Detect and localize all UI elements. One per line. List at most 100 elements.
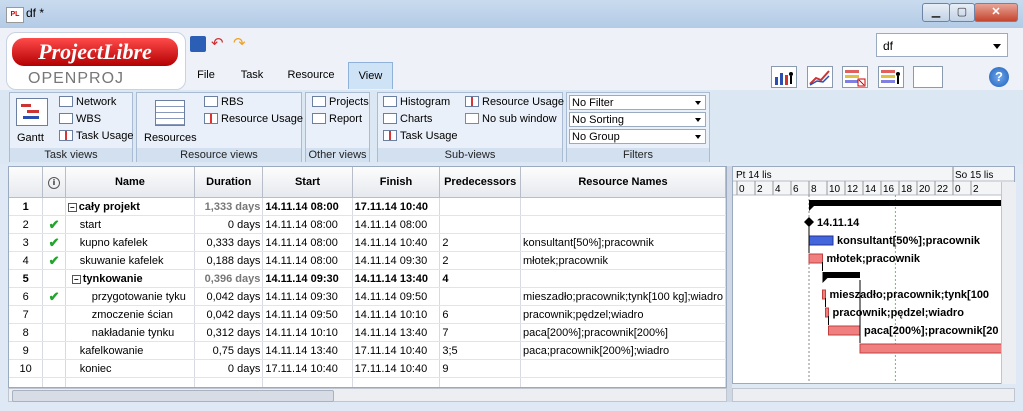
cell-predecessors[interactable]	[439, 215, 522, 234]
menu-tab-view[interactable]: View	[348, 62, 393, 89]
cell-start[interactable]: 14.11.14 13:40	[262, 341, 353, 360]
cell-predecessors[interactable]: 7	[439, 323, 522, 342]
table-row[interactable]: 8 nakładanie tynku 0,312 days 14.11.14 10:1…	[9, 323, 726, 342]
cell-finish[interactable]: 14.11.14 10:40	[352, 233, 441, 252]
rbs-view-button[interactable]: RBS	[204, 95, 244, 109]
cell-name[interactable]: − cały projekt	[65, 197, 196, 216]
table-row[interactable]: 1− cały projekt 1,333 days 14.11.14 08:00 17…	[9, 197, 726, 216]
cell-resource-names[interactable]: paca[200%];pracownik[200%]	[520, 323, 726, 342]
projects-view-button[interactable]: Projects	[312, 95, 369, 109]
maximize-button[interactable]: ▢	[949, 3, 975, 22]
cell-duration[interactable]: 1,333 days	[194, 197, 264, 216]
cell-predecessors[interactable]: 3;5	[439, 341, 522, 360]
cell-duration[interactable]: 0,333 days	[194, 233, 264, 252]
cell-resource-names[interactable]: pracownik;pędzel;wiadro	[520, 305, 726, 324]
cell-finish[interactable]: 17.11.14 10:40	[352, 341, 441, 360]
cell-start[interactable]: 14.11.14 09:30	[262, 269, 353, 288]
project-select[interactable]: df	[876, 33, 1008, 57]
cell-duration[interactable]: 0,042 days	[194, 305, 264, 324]
group-select[interactable]: No Group	[569, 129, 706, 144]
histogram-toolbar-icon[interactable]	[771, 66, 797, 88]
menu-tab-task[interactable]: Task	[234, 62, 270, 88]
filter-select[interactable]: No Filter	[569, 95, 706, 110]
col-header-start[interactable]: Start	[262, 167, 353, 198]
gantt-icon[interactable]	[16, 98, 48, 126]
gantt-horizontal-scrollbar[interactable]	[732, 388, 1015, 402]
cell-resource-names[interactable]	[520, 215, 726, 234]
menu-tab-resource[interactable]: Resource	[282, 62, 340, 88]
table-row[interactable]: 9 kafelkowanie 0,75 days 14.11.14 13:40 17.1…	[9, 341, 726, 360]
cell-resource-names[interactable]: paca;pracownik[200%];wiadro	[520, 341, 726, 360]
resource-usage-subview-button[interactable]: Resource Usage	[465, 95, 564, 109]
table-row[interactable]: 6 ✔ przygotowanie tyku 0,042 days 14.11.14 0…	[9, 287, 726, 306]
table-row[interactable]: 2 ✔ start 0 days 14.11.14 08:00 14.11.14 08:0…	[9, 215, 726, 234]
cell-start[interactable]: 14.11.14 09:50	[262, 305, 353, 324]
task-usage-subview-button[interactable]: Task Usage	[383, 129, 457, 143]
cell-duration[interactable]: 0,312 days	[194, 323, 264, 342]
task-usage-view-button[interactable]: Task Usage	[59, 129, 133, 143]
report-view-button[interactable]: Report	[312, 112, 362, 126]
cell-predecessors[interactable]: 2	[439, 251, 522, 270]
menu-tab-file[interactable]: File	[190, 62, 222, 88]
cell-start[interactable]: 14.11.14 09:30	[262, 287, 353, 306]
cell-start[interactable]: 14.11.14 08:00	[262, 197, 353, 216]
col-header-resource-names[interactable]: Resource Names	[520, 167, 726, 198]
cell-duration[interactable]: 0,188 days	[194, 251, 264, 270]
col-header-id[interactable]	[9, 167, 44, 198]
cell-duration[interactable]: 0 days	[194, 215, 264, 234]
cell-predecessors[interactable]: 4	[439, 269, 522, 288]
cell-duration[interactable]: 0 days	[194, 359, 264, 378]
charts-toolbar-icon[interactable]	[807, 66, 833, 88]
network-view-button[interactable]: Network	[59, 95, 116, 109]
redo-icon[interactable]: ↷	[233, 36, 249, 52]
col-header-indicators[interactable]: i	[42, 167, 66, 198]
task-usage-toolbar-icon[interactable]	[842, 66, 868, 88]
cell-start[interactable]: 14.11.14 10:10	[262, 323, 353, 342]
resources-button[interactable]: Resources	[144, 131, 197, 145]
save-icon[interactable]	[190, 36, 206, 52]
cell-name[interactable]: przygotowanie tyku	[65, 287, 196, 306]
wbs-view-button[interactable]: WBS	[59, 112, 101, 126]
cell-predecessors[interactable]	[439, 287, 522, 306]
cell-resource-names[interactable]	[520, 359, 726, 378]
cell-predecessors[interactable]: 9	[439, 359, 522, 378]
undo-icon[interactable]: ↶	[211, 36, 227, 52]
table-row[interactable]: 4 ✔ skuwanie kafelek 0,188 days 14.11.14 08:…	[9, 251, 726, 270]
cell-start[interactable]: 14.11.14 08:00	[262, 215, 353, 234]
cell-finish[interactable]: 14.11.14 09:50	[352, 287, 441, 306]
cell-duration[interactable]: 0,396 days	[194, 269, 264, 288]
cell-name[interactable]: zmoczenie ścian	[65, 305, 196, 324]
cell-name[interactable]: start	[65, 215, 196, 234]
no-sub-window-toolbar-icon[interactable]	[913, 66, 943, 88]
charts-subview-button[interactable]: Charts	[383, 112, 432, 126]
table-row[interactable]: 3 ✔ kupno kafelek 0,333 days 14.11.14 08:00 1…	[9, 233, 726, 252]
close-button[interactable]: ✕	[974, 3, 1018, 22]
cell-name[interactable]: skuwanie kafelek	[65, 251, 196, 270]
cell-duration[interactable]: 0,75 days	[194, 341, 264, 360]
resource-usage-view-button[interactable]: Resource Usage	[204, 112, 303, 126]
gantt-button[interactable]: Gantt	[17, 131, 44, 145]
cell-finish[interactable]: 17.11.14 10:40	[352, 359, 441, 378]
cell-predecessors[interactable]: 2	[439, 233, 522, 252]
cell-predecessors[interactable]: 6	[439, 305, 522, 324]
cell-name[interactable]: kupno kafelek	[65, 233, 196, 252]
cell-predecessors[interactable]	[439, 197, 522, 216]
cell-resource-names[interactable]	[520, 269, 726, 288]
cell-finish[interactable]: 17.11.14 10:40	[352, 197, 441, 216]
resources-icon[interactable]	[155, 100, 185, 126]
cell-start[interactable]: 14.11.14 08:00	[262, 251, 353, 270]
minimize-button[interactable]: ▁	[922, 3, 950, 22]
cell-name[interactable]: kafelkowanie	[65, 341, 196, 360]
table-row[interactable]: 7 zmoczenie ścian 0,042 days 14.11.14 09:50…	[9, 305, 726, 324]
col-header-duration[interactable]: Duration	[194, 167, 264, 198]
cell-finish[interactable]: 14.11.14 13:40	[352, 323, 441, 342]
cell-resource-names[interactable]	[520, 197, 726, 216]
cell-name[interactable]: nakładanie tynku	[65, 323, 196, 342]
col-header-predecessors[interactable]: Predecessors	[439, 167, 522, 198]
sorting-select[interactable]: No Sorting	[569, 112, 706, 127]
col-header-finish[interactable]: Finish	[352, 167, 441, 198]
help-icon[interactable]: ?	[989, 67, 1009, 87]
table-row[interactable]: 10 koniec 0 days 17.11.14 10:40 17.11.14 10:…	[9, 359, 726, 378]
collapse-toggle-icon[interactable]: −	[67, 202, 77, 212]
cell-duration[interactable]: 0,042 days	[194, 287, 264, 306]
